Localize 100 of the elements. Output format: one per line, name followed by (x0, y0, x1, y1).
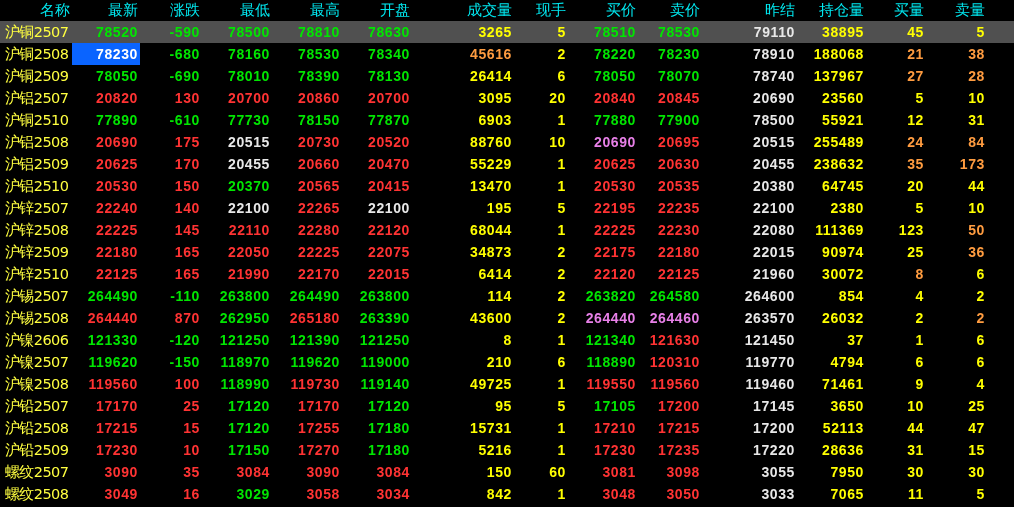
table-cell: 20700 (228, 90, 270, 106)
table-cell: 22230 (658, 222, 700, 238)
table-cell: 1 (915, 332, 924, 348)
table-row[interactable]: 沪锌2509 22180 165 22050 22225 22075 34873 2 22175 22180 22015 90974 25 36 (0, 241, 1014, 263)
table-cell: 4 (915, 288, 924, 304)
column-header[interactable]: 昨结 (702, 0, 797, 21)
table-cell: 49725 (470, 376, 512, 392)
table-cell: 45616 (470, 46, 512, 62)
table-row[interactable]: 沪锌2510 22125 165 21990 22170 22015 6414 2 22120 22125 21960 30072 8 6 (0, 263, 1014, 285)
contract-name: 沪铜2507 (5, 24, 69, 40)
table-cell: 2 (557, 266, 566, 282)
table-cell: 264580 (649, 288, 700, 304)
column-header[interactable]: 最高 (272, 0, 342, 21)
table-cell: 5 (915, 90, 924, 106)
table-row[interactable]: 沪铅2508 17215 15 17120 17255 17180 15731 1 17210 17215 17200 52113 44 47 (0, 417, 1014, 439)
table-row[interactable]: 沪铜2509 78050 -690 78010 78390 78130 26414 6 78050 78070 78740 137967 27 28 (0, 65, 1014, 87)
table-cell: 34873 (470, 244, 512, 260)
table-row[interactable]: 沪铅2509 17230 10 17150 17270 17180 5216 1 17230 17235 17220 28636 31 15 (0, 439, 1014, 461)
table-cell: 20660 (298, 156, 340, 172)
contract-name: 沪铅2507 (5, 398, 69, 414)
table-row[interactable]: 沪铝2510 20530 150 20370 20565 20415 13470 1 20530 20535 20380 64745 20 44 (0, 175, 1014, 197)
table-cell: 22175 (594, 244, 636, 260)
column-header[interactable]: 卖价 (638, 0, 702, 21)
table-cell: 22225 (594, 222, 636, 238)
table-cell: 17230 (96, 442, 138, 458)
table-row[interactable]: 沪铜2510 77890 -610 77730 78150 77870 6903 1 77880 77900 78500 55921 12 31 (0, 109, 1014, 131)
contract-name: 沪镍2606 (5, 332, 69, 348)
table-cell: 22225 (96, 222, 138, 238)
table-cell: 854 (838, 288, 864, 304)
table-cell: 60 (549, 464, 566, 480)
table-cell: 264490 (87, 288, 138, 304)
table-cell: 17200 (658, 398, 700, 414)
table-cell: 20690 (594, 134, 636, 150)
table-cell: 20695 (658, 134, 700, 150)
table-row[interactable]: 沪铜2507 78520 -590 78500 78810 78630 3265 5 78510 78530 79110 38895 45 5 (0, 21, 1014, 43)
table-row[interactable]: 沪镍2507 119620 -150 118970 119620 119000 210 6 118890 120310 119770 4794 6 6 (0, 351, 1014, 373)
table-cell: 38895 (822, 24, 864, 40)
table-cell: 119620 (88, 354, 138, 370)
table-cell: 119560 (88, 376, 138, 392)
table-cell: 17120 (228, 398, 270, 414)
table-cell: 77890 (96, 112, 138, 128)
column-header[interactable]: 买量 (866, 0, 926, 21)
table-cell: 20470 (368, 156, 410, 172)
column-header[interactable]: 现手 (514, 0, 568, 21)
table-row[interactable]: 沪锡2508 264440 870 262950 265180 263390 43600 2 264440 264460 263570 26032 2 2 (0, 307, 1014, 329)
table-cell: 43600 (470, 310, 512, 326)
table-row[interactable]: 沪铝2508 20690 175 20515 20730 20520 88760 10 20690 20695 20515 255489 24 84 (0, 131, 1014, 153)
column-header[interactable]: 开盘 (342, 0, 412, 21)
table-row[interactable]: 沪铜2508 78230 -680 78160 78530 78340 45616 2 78220 78230 78910 188068 21 38 (0, 43, 1014, 65)
table-cell: 78740 (753, 68, 795, 84)
table-cell: 7950 (830, 464, 864, 480)
table-cell: 17170 (298, 398, 340, 414)
table-cell: 6903 (478, 112, 512, 128)
column-header[interactable]: 卖量 (926, 0, 987, 21)
column-header[interactable]: 成交量 (412, 0, 514, 21)
column-header[interactable]: 买价 (568, 0, 638, 21)
table-cell: 78230 (96, 46, 138, 62)
table-cell: 17200 (753, 420, 795, 436)
table-row[interactable]: 螺纹2507 3090 35 3084 3090 3084 150 60 3081 3098 3055 7950 30 30 (0, 461, 1014, 483)
table-row[interactable]: 沪锌2508 22225 145 22110 22280 22120 68044 1 22225 22230 22080 111369 123 50 (0, 219, 1014, 241)
table-cell: 3058 (306, 486, 340, 502)
table-cell: 20455 (228, 156, 270, 172)
table-cell: 3055 (761, 464, 795, 480)
contract-name: 沪铝2509 (5, 156, 69, 172)
table-row[interactable]: 沪镍2508 119560 100 118990 119730 119140 49725 1 119550 119560 119460 71461 9 4 (0, 373, 1014, 395)
table-cell: 8 (915, 266, 924, 282)
table-row[interactable]: 沪锌2507 22240 140 22100 22265 22100 195 5 22195 22235 22100 2380 5 10 (0, 197, 1014, 219)
column-header[interactable]: 最新 (72, 0, 140, 21)
table-row[interactable]: 螺纹2508 3049 16 3029 3058 3034 842 1 3048 3050 3033 7065 11 5 (0, 483, 1014, 505)
table-cell: 2 (976, 288, 985, 304)
table-cell: 20415 (368, 178, 410, 194)
table-cell: 118970 (220, 354, 270, 370)
table-cell: 119550 (586, 376, 636, 392)
column-header[interactable]: 涨跌 (140, 0, 202, 21)
column-header[interactable]: 最低 (202, 0, 272, 21)
table-row[interactable]: 沪锡2507 264490 -110 263800 264490 263800 114 2 263820 264580 264600 854 4 2 (0, 285, 1014, 307)
column-header[interactable]: 名称 (0, 0, 72, 21)
table-cell: 22265 (298, 200, 340, 216)
table-cell: -680 (169, 46, 200, 62)
table-row[interactable]: 沪镍2606 121330 -120 121250 121390 121250 8 1 121340 121630 121450 37 1 6 (0, 329, 1014, 351)
table-cell: 870 (174, 310, 200, 326)
table-cell: 20860 (298, 90, 340, 106)
table-cell: 123 (898, 222, 924, 238)
table-cell: 5 (557, 200, 566, 216)
table-cell: 10 (549, 134, 566, 150)
table-cell: 238632 (813, 156, 864, 172)
contract-name: 沪铝2507 (5, 90, 69, 106)
table-cell: 120310 (649, 354, 700, 370)
table-cell: 3050 (666, 486, 700, 502)
table-cell: 10 (968, 90, 985, 106)
table-row[interactable]: 沪铅2507 17170 25 17120 17170 17120 95 5 17105 17200 17145 3650 10 25 (0, 395, 1014, 417)
column-header[interactable]: 持仓量 (797, 0, 866, 21)
table-cell: 20380 (753, 178, 795, 194)
table-row[interactable]: 沪铝2509 20625 170 20455 20660 20470 55229 1 20625 20630 20455 238632 35 173 (0, 153, 1014, 175)
table-cell: 1 (557, 376, 566, 392)
table-cell: 78510 (594, 24, 636, 40)
table-row[interactable]: 沪铝2507 20820 130 20700 20860 20700 3095 20 20840 20845 20690 23560 5 10 (0, 87, 1014, 109)
table-cell: 17180 (368, 420, 410, 436)
table-cell: 79110 (753, 24, 795, 40)
table-cell: 114 (487, 288, 512, 304)
